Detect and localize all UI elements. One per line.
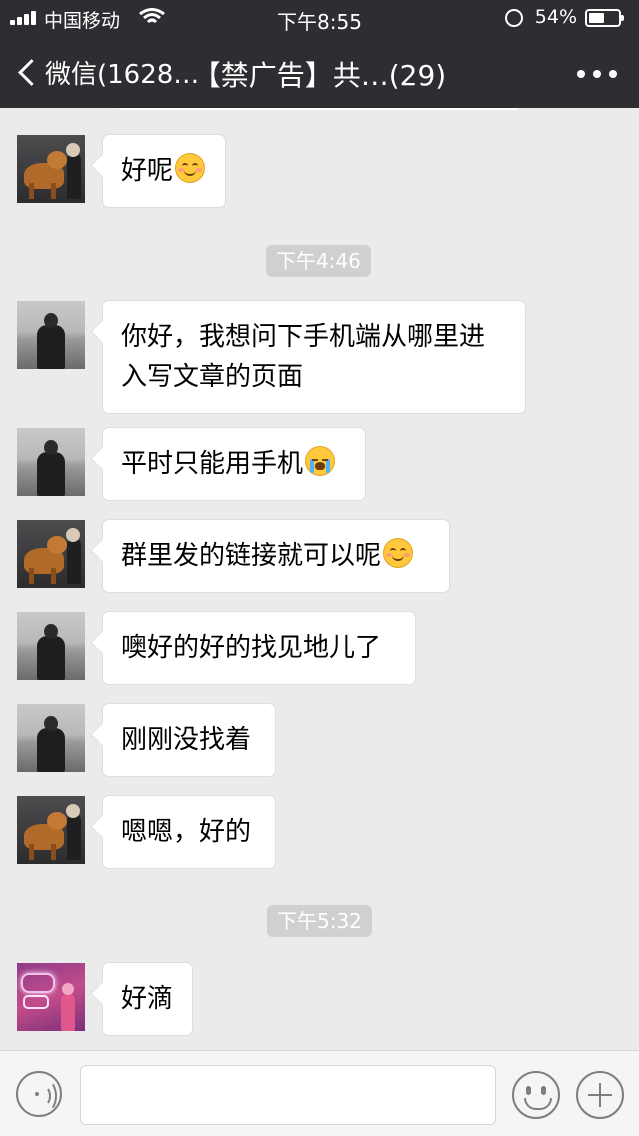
status-bar: 中国移动 下午8:55 54% bbox=[0, 0, 639, 36]
message-text: 好呢 bbox=[121, 156, 174, 186]
girl-avatar[interactable] bbox=[17, 704, 85, 772]
girl-avatar[interactable] bbox=[17, 612, 85, 680]
message-text: 好滴 bbox=[121, 984, 174, 1014]
message-text: 刚刚没找着 bbox=[121, 725, 252, 755]
message-bubble[interactable]: 刚刚没找着 bbox=[102, 703, 276, 777]
message-text: 嗯嗯，好的 bbox=[121, 817, 252, 847]
message-text: 你好，我想问下手机端从哪里进 入写文章的页面 bbox=[121, 322, 486, 392]
plus-icon[interactable] bbox=[576, 1071, 624, 1119]
girl-avatar[interactable] bbox=[17, 428, 85, 496]
message-bubble[interactable]: 你好，我想问下手机端从哪里进 入写文章的页面 bbox=[102, 300, 526, 414]
chat-area[interactable]: 好呢 下午4:46 你好，我想问下手机端从哪里进 入写文章的页面 平时只能用手机… bbox=[0, 108, 639, 1050]
timestamp: 下午4:46 bbox=[266, 245, 371, 277]
message-bubble[interactable]: 好呢 bbox=[102, 134, 226, 208]
message-text: 平时只能用手机 bbox=[121, 449, 304, 479]
battery-icon bbox=[585, 9, 624, 27]
message-input[interactable] bbox=[80, 1065, 496, 1125]
message-bubble[interactable]: 嗯嗯，好的 bbox=[102, 795, 276, 869]
nav-bar: 微信(1628… 【禁广告】共…(29) bbox=[0, 36, 639, 108]
message-bubble[interactable]: 群里发的链接就可以呢 bbox=[102, 519, 450, 593]
message-bubble[interactable]: 好滴 bbox=[102, 962, 193, 1036]
message-text: 群里发的链接就可以呢 bbox=[121, 541, 382, 571]
dog-avatar[interactable] bbox=[17, 796, 85, 864]
crying-emoji-icon bbox=[305, 446, 336, 476]
orientation-lock-icon bbox=[505, 9, 523, 27]
back-button[interactable]: 微信(1628… bbox=[16, 54, 199, 90]
header: 中国移动 下午8:55 54% 微信(1628… 【禁广告】共…(29) bbox=[0, 0, 639, 108]
message-text: 噢好的好的找见地儿了 bbox=[121, 633, 382, 663]
battery-percent: 54% bbox=[534, 6, 577, 28]
dog-avatar[interactable] bbox=[17, 520, 85, 588]
voice-icon[interactable] bbox=[16, 1071, 62, 1117]
message-bubble[interactable]: 平时只能用手机 bbox=[102, 427, 366, 501]
girl-avatar[interactable] bbox=[17, 301, 85, 369]
timestamp: 下午5:32 bbox=[267, 905, 372, 937]
back-label: 微信(1628… bbox=[45, 59, 200, 90]
back-chevron-icon bbox=[18, 58, 45, 86]
dog-avatar[interactable] bbox=[17, 135, 85, 203]
message-bubble[interactable]: 噢好的好的找见地儿了 bbox=[102, 611, 416, 685]
input-bar bbox=[0, 1050, 639, 1136]
battery-fill bbox=[589, 13, 605, 23]
previous-message-bubble bbox=[118, 108, 520, 110]
smile-emoji-icon bbox=[175, 153, 206, 183]
smile-emoji-icon bbox=[383, 538, 414, 568]
neon-avatar[interactable] bbox=[17, 963, 85, 1031]
more-icon[interactable] bbox=[577, 66, 617, 82]
emoji-icon[interactable] bbox=[512, 1071, 560, 1119]
